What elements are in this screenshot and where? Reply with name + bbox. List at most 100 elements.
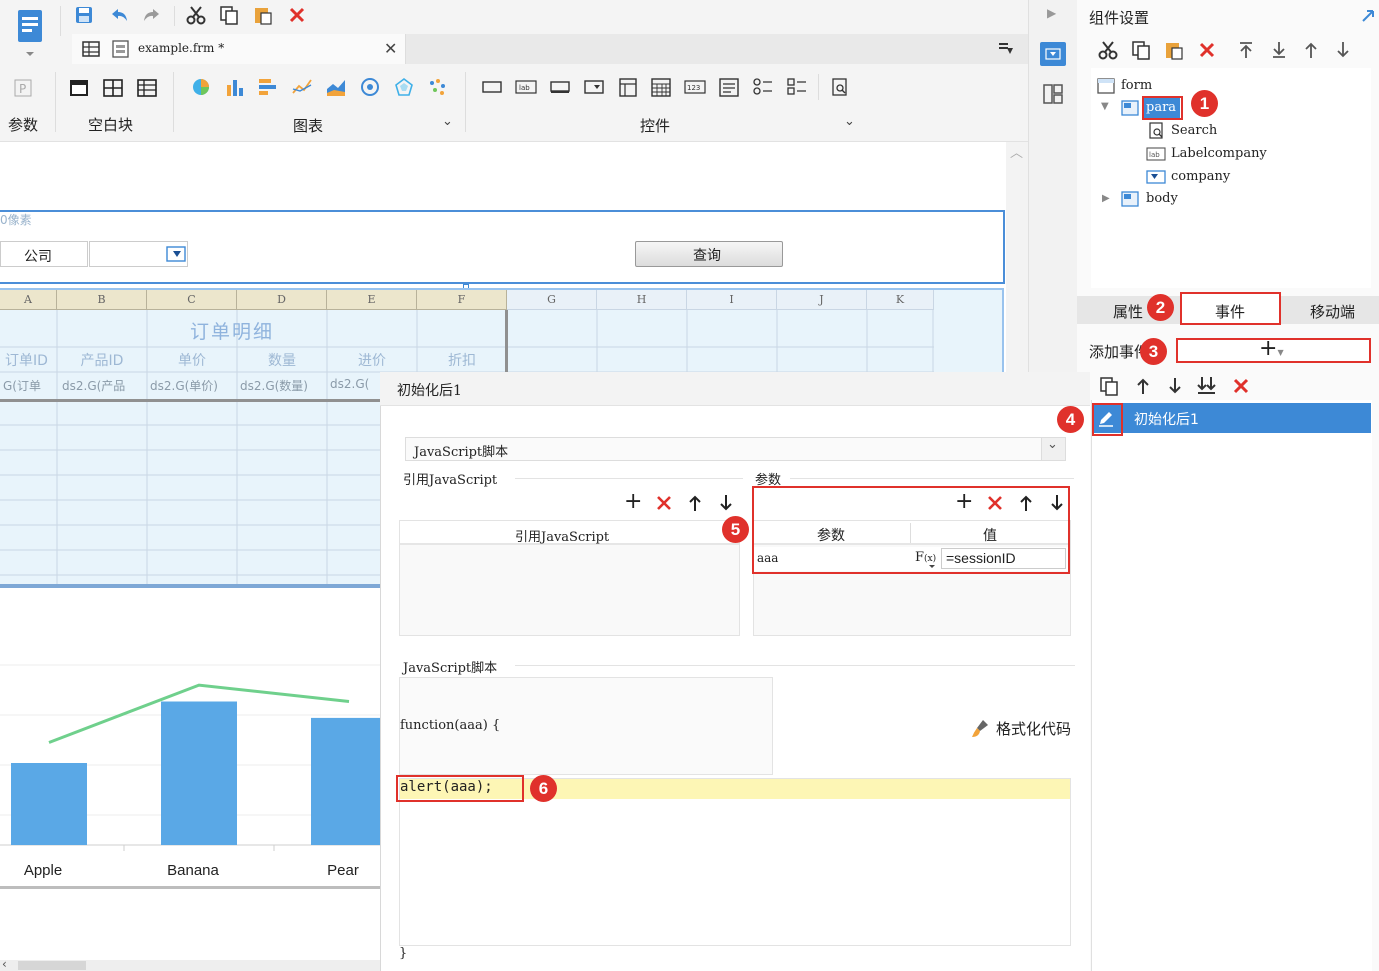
chart-bar[interactable] <box>11 763 87 845</box>
area-chart-icon[interactable] <box>325 76 347 98</box>
scroll-up-icon[interactable]: ︿ <box>1010 142 1023 161</box>
blank-block-icon[interactable] <box>68 77 90 99</box>
column-letter[interactable]: C <box>147 290 237 310</box>
tree-expand-para-icon[interactable]: ▼ <box>1101 101 1109 112</box>
redo-icon[interactable] <box>141 4 163 26</box>
combobox-widget-icon[interactable] <box>583 76 605 98</box>
param-icon[interactable]: P <box>12 77 34 99</box>
brush-icon[interactable] <box>968 716 992 740</box>
textbox-widget-icon[interactable] <box>481 76 503 98</box>
format-code-button[interactable]: 格式化代码 <box>996 718 1071 739</box>
tree-copy-icon[interactable] <box>1130 39 1152 61</box>
highlight-code <box>396 775 524 802</box>
chart-widget[interactable]: Apple Banana Pear <box>0 590 380 890</box>
collapse-right-icon[interactable]: ▶ <box>1047 6 1056 20</box>
copy-icon[interactable] <box>218 4 240 26</box>
column-letter[interactable]: F <box>417 290 507 310</box>
scatter-chart-icon[interactable] <box>427 76 449 98</box>
sheet-formula-cell: G(订单 <box>3 379 41 393</box>
column-letter[interactable]: E <box>327 290 417 310</box>
close-tab-icon[interactable]: ✕ <box>384 39 397 58</box>
column-letter[interactable]: A <box>0 290 57 310</box>
grid-view-icon[interactable] <box>80 38 102 60</box>
canvas-vscrollbar[interactable] <box>1006 142 1028 372</box>
ref-delete-icon[interactable] <box>655 494 673 512</box>
column-letter[interactable]: K <box>867 290 934 310</box>
code-editor[interactable] <box>399 778 1071 946</box>
event-delete-icon[interactable] <box>1230 375 1252 397</box>
event-copy-icon[interactable] <box>1098 375 1120 397</box>
search-button-widget-icon[interactable] <box>829 76 851 98</box>
tab-properties[interactable]: 属性 <box>1113 301 1143 322</box>
label-widget-icon[interactable]: lab <box>515 76 537 98</box>
scroll-left-icon[interactable]: ‹ <box>2 957 7 971</box>
tree-delete-icon[interactable] <box>1196 39 1218 61</box>
layout-tab-icon[interactable] <box>1040 82 1066 106</box>
app-logo-icon[interactable] <box>12 6 48 60</box>
tree-paste-icon[interactable] <box>1163 39 1185 61</box>
radio-group-widget-icon[interactable] <box>752 76 774 98</box>
bar-chart-icon[interactable] <box>224 76 246 98</box>
hbar-chart-icon[interactable] <box>257 76 279 98</box>
hscroll-thumb[interactable] <box>18 961 86 970</box>
ref-move-up-icon[interactable] <box>687 493 703 513</box>
event-move-bottom-icon[interactable] <box>1196 375 1218 397</box>
checkbox-group-widget-icon[interactable] <box>786 76 808 98</box>
svg-text:lab: lab <box>1149 151 1160 159</box>
chart-bar[interactable] <box>311 717 380 845</box>
ref-move-down-icon[interactable] <box>718 493 734 513</box>
event-move-down-icon[interactable] <box>1164 375 1186 397</box>
dock-menu-icon[interactable] <box>996 40 1016 58</box>
highlight-params <box>752 486 1070 574</box>
radar-chart-icon[interactable] <box>359 76 381 98</box>
move-bottom-icon[interactable] <box>1268 39 1290 61</box>
column-letter[interactable]: J <box>777 290 867 310</box>
button-widget-icon[interactable] <box>549 76 571 98</box>
move-down-icon[interactable] <box>1332 39 1354 61</box>
column-letter[interactable]: H <box>597 290 687 310</box>
move-up-icon[interactable] <box>1300 39 1322 61</box>
undo-icon[interactable] <box>108 4 130 26</box>
script-type-value: JavaScript脚本 <box>414 445 509 460</box>
chart-bar[interactable] <box>161 701 237 846</box>
column-letter[interactable]: G <box>507 290 597 310</box>
body-node-icon <box>1120 190 1140 208</box>
sheet-column-title: 数量 <box>268 353 296 369</box>
calendar-widget-icon[interactable] <box>650 76 672 98</box>
column-letter[interactable]: I <box>687 290 777 310</box>
chevron-down-icon[interactable]: ⌄ <box>1047 437 1058 452</box>
move-top-icon[interactable] <box>1235 39 1257 61</box>
chart-expand-icon[interactable]: ⌄ <box>442 114 453 129</box>
widget-expand-icon[interactable]: ⌄ <box>844 114 855 129</box>
tree-node-search[interactable]: Search <box>1171 123 1217 138</box>
sheet-column-titles: 订单ID 产品ID 单价 数量 进价 折扣 <box>0 350 506 372</box>
dialog-title-bar <box>380 372 1090 406</box>
ref-js-rule <box>515 478 743 479</box>
column-letter[interactable]: B <box>57 290 147 310</box>
textarea-widget-icon[interactable] <box>718 76 740 98</box>
combobox-arrow-icon[interactable] <box>165 244 187 264</box>
panel-pin-icon[interactable] <box>1360 8 1376 24</box>
line-chart-icon[interactable] <box>291 76 313 98</box>
pie-chart-icon[interactable] <box>190 76 212 98</box>
gauge-chart-icon[interactable] <box>393 76 415 98</box>
tree-node-labelcompany[interactable]: Labelcompany <box>1171 146 1267 161</box>
delete-icon[interactable] <box>286 4 308 26</box>
tree-expand-body-icon[interactable]: ▶ <box>1102 193 1110 204</box>
tree-node-form[interactable]: form <box>1121 78 1152 93</box>
widget-settings-tab-icon[interactable] <box>1040 42 1066 66</box>
tab-mobile[interactable]: 移动端 <box>1310 301 1355 322</box>
tree-cut-icon[interactable] <box>1097 39 1119 61</box>
tree-node-company[interactable]: company <box>1171 169 1230 184</box>
cut-icon[interactable] <box>185 4 207 26</box>
ref-add-icon[interactable]: + <box>624 489 642 514</box>
column-letter[interactable]: D <box>237 290 327 310</box>
split-block-icon[interactable] <box>102 77 124 99</box>
date-widget-icon[interactable] <box>617 76 639 98</box>
tree-node-body[interactable]: body <box>1146 191 1178 206</box>
paste-icon[interactable] <box>252 4 274 26</box>
number-widget-icon[interactable]: 123 <box>684 76 706 98</box>
save-icon[interactable] <box>73 4 95 26</box>
table-block-icon[interactable] <box>136 77 158 99</box>
event-move-up-icon[interactable] <box>1132 375 1154 397</box>
